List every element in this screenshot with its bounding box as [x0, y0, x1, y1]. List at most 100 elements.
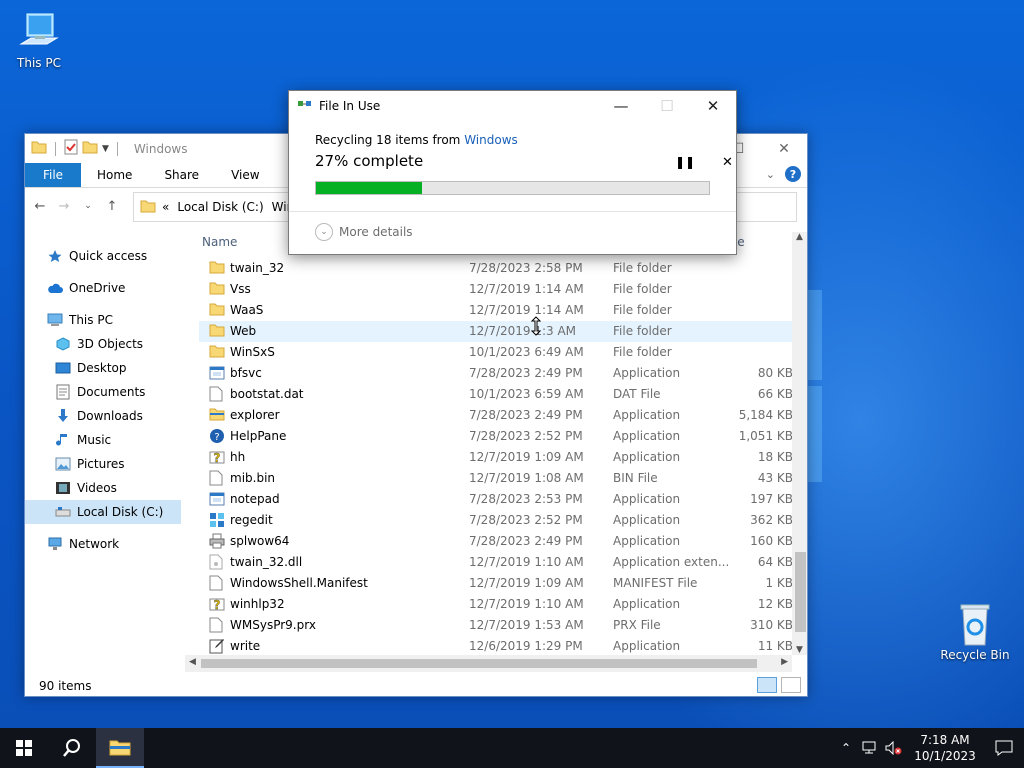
- network-icon[interactable]: [858, 741, 882, 755]
- file-date-modified: 12/7/2019 1:14 AM: [469, 282, 584, 296]
- cube-icon: [55, 336, 71, 352]
- nav-item-documents[interactable]: Documents: [25, 380, 181, 404]
- recent-locations-chevron-icon[interactable]: ⌄: [81, 201, 95, 211]
- start-button[interactable]: [0, 728, 48, 768]
- column-header-name[interactable]: Name: [202, 235, 237, 249]
- tab-home[interactable]: Home: [81, 163, 148, 187]
- expand-ribbon-icon[interactable]: ⌄: [766, 168, 775, 181]
- table-row[interactable]: notepad 7/28/2023 2:53 PM Application 197 K…: [199, 489, 793, 510]
- chevron-up-icon[interactable]: ⌃: [834, 741, 858, 755]
- file-name: write: [230, 639, 261, 653]
- nav-item-quick-access[interactable]: Quick access: [25, 244, 181, 268]
- table-row[interactable]: WMSysPr9.prx 12/7/2019 1:53 AM PRX File 310…: [199, 615, 793, 636]
- table-row[interactable]: regedit 7/28/2023 2:52 PM Application 362 K…: [199, 510, 793, 531]
- breadcrumb: « Local Disk (C:) Win: [162, 200, 294, 214]
- forward-arrow-icon[interactable]: →: [57, 199, 71, 214]
- scroll-left-icon[interactable]: ◀: [189, 657, 196, 667]
- desktop-icon-recycle-bin[interactable]: Recycle Bin: [938, 600, 1012, 662]
- file-size: 11 KB: [757, 639, 793, 653]
- table-row[interactable]: explorer 7/28/2023 2:49 PM Application 5,18…: [199, 405, 793, 426]
- nav-item-3d-objects[interactable]: 3D Objects: [25, 332, 181, 356]
- nav-item-music[interactable]: Music: [25, 428, 181, 452]
- file-operation-icon: [297, 99, 313, 114]
- help-icon[interactable]: ?: [785, 166, 801, 182]
- back-arrow-icon[interactable]: ←: [33, 199, 47, 214]
- download-icon: [55, 408, 71, 424]
- file-name: HelpPane: [230, 429, 287, 443]
- file-date-modified: 7/28/2023 2:58 PM: [469, 261, 583, 275]
- details-view-button[interactable]: [757, 677, 777, 693]
- desktop-icon-label: Recycle Bin: [940, 648, 1010, 662]
- file-type: File folder: [613, 261, 672, 275]
- file-size: 1,051 KB: [738, 429, 793, 443]
- file-date-modified: 7/28/2023 2:53 PM: [469, 492, 583, 506]
- table-row[interactable]: WindowsShell.Manifest 12/7/2019 1:09 AM MA…: [199, 573, 793, 594]
- table-row[interactable]: bootstat.dat 10/1/2023 6:59 AM DAT File 66 …: [199, 384, 793, 405]
- search-button[interactable]: [48, 728, 96, 768]
- table-row[interactable]: ? hh 12/7/2019 1:09 AM Application 18 KB: [199, 447, 793, 468]
- horizontal-scrollbar[interactable]: ◀ ▶: [185, 655, 792, 672]
- file-name: hh: [230, 450, 246, 464]
- svg-text:?: ?: [214, 598, 221, 612]
- table-row[interactable]: WaaS 12/7/2019 1:14 AM File folder: [199, 300, 793, 321]
- table-row[interactable]: twain_32 7/28/2023 2:58 PM File folder: [199, 258, 793, 279]
- nav-label: Music: [77, 433, 112, 447]
- taskbar-file-explorer[interactable]: [96, 728, 144, 768]
- nav-item-onedrive[interactable]: OneDrive: [25, 276, 181, 300]
- close-button[interactable]: ✕: [761, 134, 807, 163]
- scroll-down-icon[interactable]: ▼: [796, 645, 803, 655]
- file-size: 310 KB: [750, 618, 793, 632]
- pause-icon[interactable]: ❚❚: [675, 155, 695, 169]
- table-row[interactable]: bfsvc 7/28/2023 2:49 PM Application 80 KB: [199, 363, 793, 384]
- video-icon: [55, 480, 71, 496]
- notifications-button[interactable]: [984, 740, 1024, 756]
- file-type: Application: [613, 639, 681, 653]
- table-row[interactable]: WinSxS 10/1/2023 6:49 AM File folder: [199, 342, 793, 363]
- properties-icon[interactable]: [64, 139, 78, 158]
- nav-item-desktop[interactable]: Desktop: [25, 356, 181, 380]
- breadcrumb-local-disk[interactable]: Local Disk (C:): [177, 200, 263, 214]
- table-row[interactable]: Web 12/7/2019 1:3 AM File folder: [199, 321, 793, 342]
- table-row[interactable]: splwow64 7/28/2023 2:49 PM Application 160 …: [199, 531, 793, 552]
- breadcrumb-overflow[interactable]: «: [162, 200, 169, 214]
- nav-item-local-disk[interactable]: Local Disk (C:): [25, 500, 181, 524]
- nav-item-downloads[interactable]: Downloads: [25, 404, 181, 428]
- vertical-scrollbar[interactable]: ▲ ▼: [792, 232, 807, 655]
- tab-share[interactable]: Share: [148, 163, 215, 187]
- chevron-down-icon[interactable]: ▼: [102, 144, 109, 154]
- scroll-right-icon[interactable]: ▶: [781, 657, 788, 667]
- volume-muted-icon[interactable]: [882, 741, 906, 755]
- clock-date: 10/1/2023: [914, 749, 976, 763]
- table-row[interactable]: twain_32.dll 12/7/2019 1:10 AM Application…: [199, 552, 793, 573]
- file-type: PRX File: [613, 618, 661, 632]
- table-row[interactable]: ? HelpPane 7/28/2023 2:52 PM Application 1,0…: [199, 426, 793, 447]
- dialog-title: File In Use: [319, 99, 381, 113]
- nav-item-pictures[interactable]: Pictures: [25, 452, 181, 476]
- nav-label: Network: [69, 537, 120, 551]
- nav-item-this-pc[interactable]: This PC: [25, 308, 181, 332]
- table-row[interactable]: Vss 12/7/2019 1:14 AM File folder: [199, 279, 793, 300]
- table-row[interactable]: ? winhlp32 12/7/2019 1:10 AM Application 12 …: [199, 594, 793, 615]
- source-folder-link[interactable]: Windows: [464, 133, 518, 147]
- file-name: bfsvc: [230, 366, 262, 380]
- system-clock[interactable]: 7:18 AM 10/1/2023: [906, 732, 984, 764]
- desktop-icon-this-pc[interactable]: This PC: [2, 8, 76, 70]
- cloud-icon: [47, 280, 63, 296]
- cancel-icon[interactable]: ✕: [722, 155, 733, 170]
- scrollbar-thumb[interactable]: [795, 552, 806, 632]
- minimize-button[interactable]: —: [598, 91, 644, 121]
- new-folder-icon[interactable]: [82, 140, 98, 157]
- tab-view[interactable]: View: [215, 163, 275, 187]
- scroll-up-icon[interactable]: ▲: [796, 232, 803, 242]
- more-details-toggle[interactable]: ⌄ More details: [315, 223, 413, 241]
- scrollbar-thumb[interactable]: [201, 659, 757, 668]
- tab-file[interactable]: File: [25, 163, 81, 187]
- close-button[interactable]: ✕: [690, 91, 736, 121]
- nav-item-network[interactable]: Network: [25, 532, 181, 556]
- table-row[interactable]: write 12/6/2019 1:29 PM Application 11 KB: [199, 636, 793, 657]
- nav-item-videos[interactable]: Videos: [25, 476, 181, 500]
- large-icons-view-button[interactable]: [781, 677, 801, 693]
- up-arrow-icon[interactable]: ↑: [105, 199, 119, 214]
- file-name: mib.bin: [230, 471, 276, 485]
- table-row[interactable]: mib.bin 12/7/2019 1:08 AM BIN File 43 KB: [199, 468, 793, 489]
